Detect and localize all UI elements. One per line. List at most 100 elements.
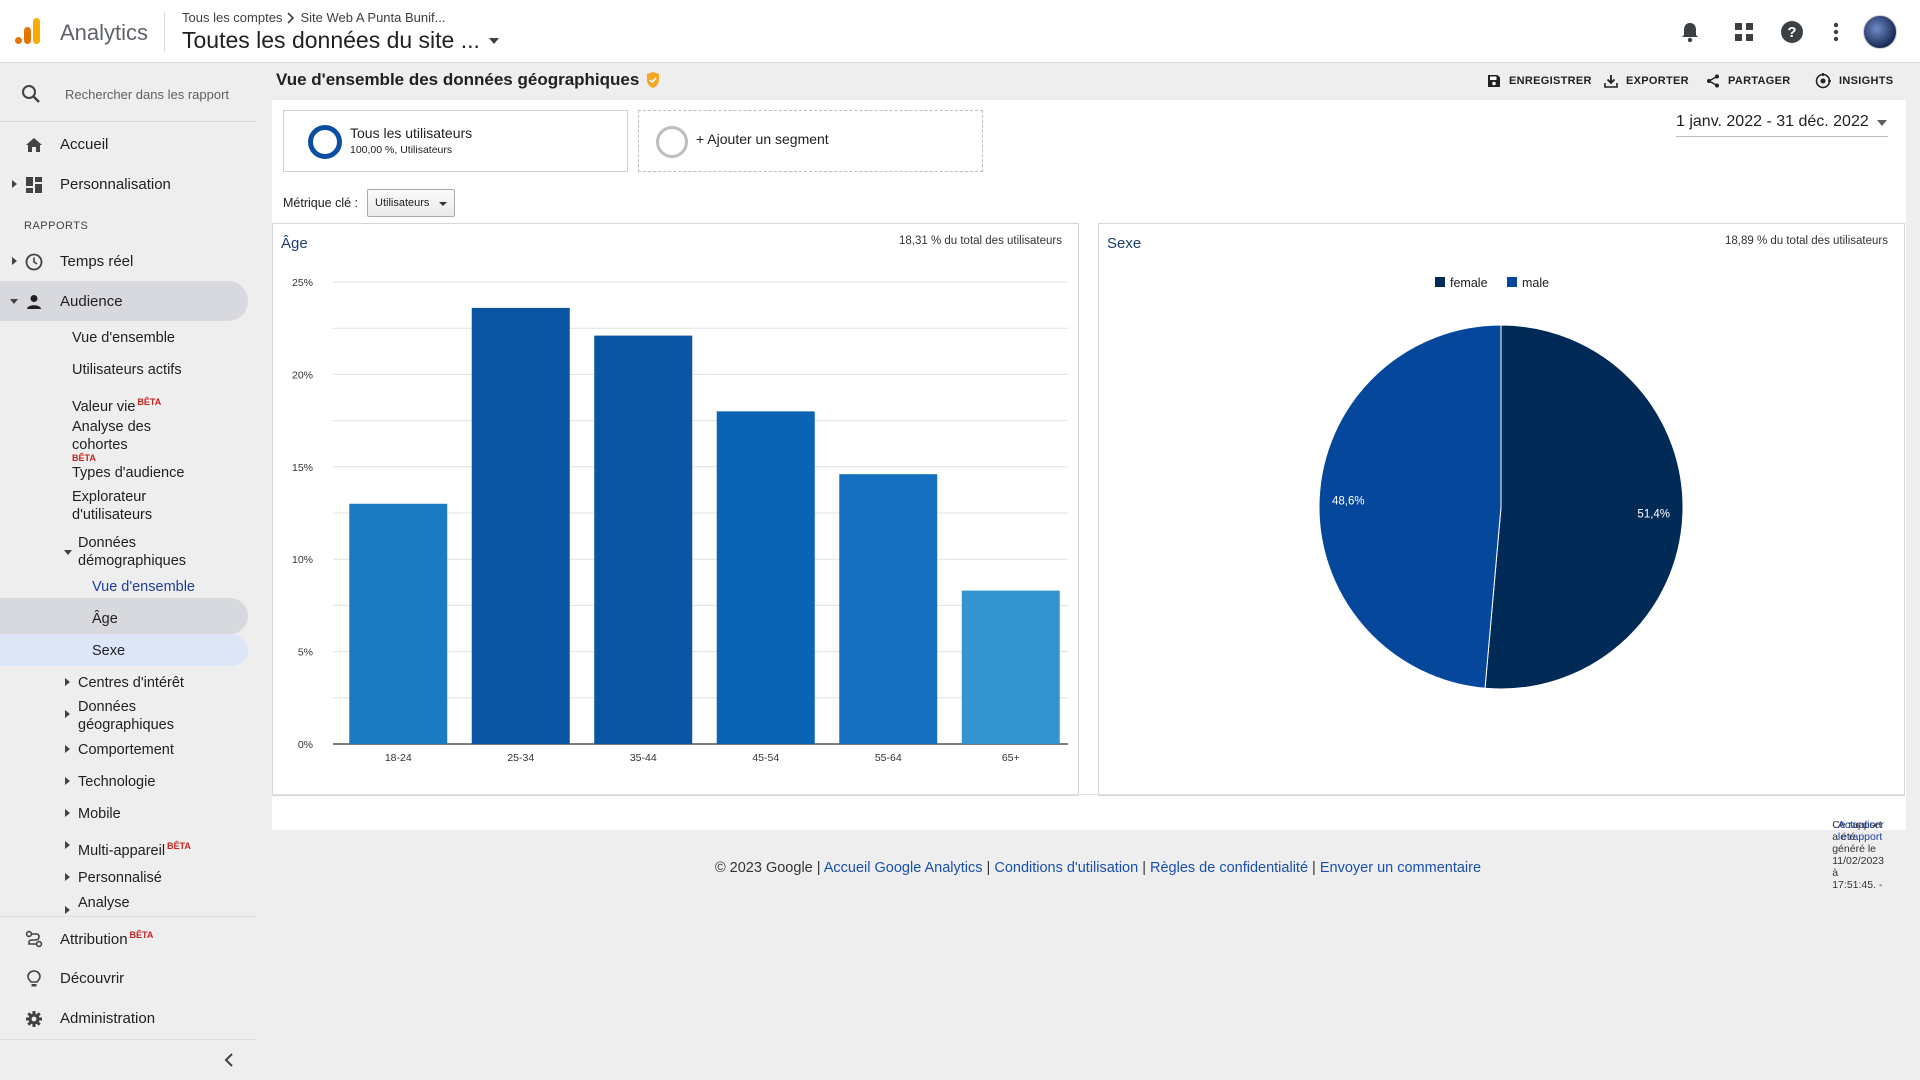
clock-icon	[24, 252, 44, 272]
view-selector[interactable]: Toutes les données du site ...	[182, 27, 480, 54]
more-vert-icon[interactable]	[1822, 18, 1850, 46]
age-chart-subtitle: 18,31 % du total des utilisateurs	[898, 235, 1062, 247]
help-icon[interactable]: ?	[1778, 18, 1806, 46]
age-chart-title: Âge	[281, 235, 308, 252]
pie-slice-female[interactable]	[1484, 324, 1684, 690]
breadcrumb[interactable]: Tous les comptes Site Web A Punta Bunif.…	[182, 10, 445, 25]
gender-chart-subtitle: 18,89 % du total des utilisateurs	[1724, 235, 1888, 247]
download-icon	[1604, 75, 1618, 88]
avatar[interactable]	[1863, 15, 1897, 49]
sidebar-item-attribution[interactable]: Attribution BÊTA	[0, 918, 256, 958]
metric-select[interactable]: Utilisateurs	[367, 189, 455, 217]
legend-label-male[interactable]: male	[1522, 276, 1549, 290]
bar-18-24[interactable]	[349, 503, 448, 744]
sidebar-item-audience-overview[interactable]: Vue d'ensemble	[72, 329, 175, 347]
search-icon	[22, 85, 40, 103]
sidebar-item-label: d'utilisateurs	[72, 507, 153, 523]
sidebar-item-cohort-analysis[interactable]: Analyse des cohortes BÊTA	[72, 418, 151, 463]
privacy-link[interactable]: Règles de confidentialité	[1150, 860, 1308, 876]
insights-button[interactable]: INSIGHTS	[1815, 71, 1893, 91]
sidebar-separator	[0, 916, 256, 917]
breadcrumb-property[interactable]: Site Web A Punta Bunif...	[300, 10, 445, 25]
segment-name: Tous les utilisateurs	[350, 125, 473, 141]
sidebar-item-discover[interactable]: Découvrir	[0, 958, 256, 998]
bar-35-44[interactable]	[594, 335, 693, 744]
sidebar-item-label: Administration	[60, 1010, 156, 1027]
beta-badge: BÊTA	[72, 453, 96, 463]
analytics-logo-icon[interactable]	[14, 16, 42, 46]
add-segment-button[interactable]: + Ajouter un segment	[638, 110, 983, 172]
sidebar-item-behavior[interactable]: Comportement	[78, 741, 174, 759]
refresh-report-link[interactable]: Actualiser le rapport	[1838, 819, 1884, 843]
share-button[interactable]: PARTAGER	[1706, 71, 1791, 91]
apps-grid-icon[interactable]	[1730, 18, 1758, 46]
feedback-link[interactable]: Envoyer un commentaire	[1320, 860, 1481, 876]
sidebar-item-label: Données	[78, 699, 137, 715]
sidebar-item-label: Accueil	[60, 136, 109, 153]
sidebar-item-demographics-overview[interactable]: Vue d'ensemble	[92, 578, 195, 596]
sidebar-item-analysis[interactable]: Analyse	[78, 894, 130, 910]
sidebar-item-geo[interactable]: Données géographiques	[78, 698, 174, 734]
caret-down-icon[interactable]	[484, 34, 504, 48]
date-range-picker[interactable]: 1 janv. 2022 - 31 déc. 2022	[1676, 113, 1888, 137]
sidebar: Rechercher dans les rapport Accueil Pers…	[0, 64, 256, 1080]
age-bar-chart: 0% 5% 10% 15% 20% 25% 18-24 25-34 35-44 45-54 55-6…	[292, 277, 1068, 764]
reports-section-label: RAPPORTS	[24, 220, 89, 232]
beta-badge: BÊTA	[137, 397, 162, 407]
sidebar-item-lifetime-value[interactable]: Valeur vie BÊTA	[72, 393, 161, 416]
share-icon	[1707, 74, 1719, 88]
segment-color-icon	[308, 125, 342, 159]
export-button[interactable]: EXPORTER	[1604, 71, 1689, 91]
sidebar-item-cross-device[interactable]: Multi-appareil BÊTA	[78, 837, 191, 860]
divider	[164, 12, 165, 52]
sidebar-item-active-users[interactable]: Utilisateurs actifs	[72, 361, 182, 379]
bar-45-54[interactable]	[716, 411, 815, 744]
sidebar-item-customization[interactable]: Personnalisation	[0, 164, 256, 204]
bell-icon[interactable]	[1676, 18, 1704, 46]
save-button[interactable]: ENREGISTRER	[1487, 71, 1592, 91]
footer-sep: |	[1138, 860, 1151, 876]
sidebar-item-label: cohortes	[72, 437, 128, 453]
sidebar-item-mobile[interactable]: Mobile	[78, 805, 121, 823]
ga-home-link[interactable]: Accueil Google Analytics	[824, 860, 983, 876]
sidebar-item-admin[interactable]: Administration	[0, 998, 256, 1038]
collapse-sidebar-icon[interactable]	[222, 1052, 236, 1068]
svg-text:?: ?	[1787, 24, 1796, 41]
attribution-icon	[24, 929, 44, 949]
footer-sep: |	[1308, 860, 1320, 876]
sidebar-item-audience[interactable]: Audience	[0, 281, 248, 321]
age-chart-card: Âge 18,31 % du total des utilisateurs 0%…	[272, 223, 1079, 796]
sidebar-item-demographics[interactable]: Données démographiques	[78, 534, 186, 570]
search-input[interactable]: Rechercher dans les rapport	[65, 87, 229, 102]
legend-label-female[interactable]: female	[1450, 276, 1488, 290]
app-name[interactable]: Analytics	[60, 20, 148, 46]
beta-badge: BÊTA	[129, 930, 154, 940]
sidebar-item-audience-types[interactable]: Types d'audience	[72, 464, 184, 482]
person-icon	[24, 292, 44, 312]
legend-swatch-female	[1435, 277, 1445, 287]
report-search[interactable]: Rechercher dans les rapport	[0, 64, 256, 122]
attribution-label: Attribution	[60, 931, 128, 948]
breadcrumb-account[interactable]: Tous les comptes	[182, 10, 282, 25]
sidebar-item-home[interactable]: Accueil	[0, 124, 256, 164]
terms-link[interactable]: Conditions d'utilisation	[994, 860, 1138, 876]
date-range-text: 1 janv. 2022 - 31 déc. 2022	[1676, 113, 1869, 130]
expand-arrow-icon	[12, 257, 17, 265]
page-footer: © 2023 Google | Accueil Google Analytics…	[0, 860, 1920, 876]
bar-65+[interactable]	[961, 590, 1060, 744]
bar-25-34[interactable]	[471, 307, 570, 744]
beta-badge: BÊTA	[167, 841, 191, 851]
sidebar-item-age[interactable]: Âge	[92, 610, 118, 628]
bar-55-64[interactable]	[839, 474, 938, 744]
sidebar-item-label: Attribution BÊTA	[60, 930, 153, 948]
segment-all-users[interactable]: Tous les utilisateurs 100,00 %, Utilisat…	[283, 110, 628, 172]
x-tick-label: 18-24	[385, 752, 412, 764]
pie-label-female: 51,4%	[1637, 509, 1670, 521]
sidebar-item-gender[interactable]: Sexe	[92, 642, 125, 660]
sidebar-item-interests[interactable]: Centres d'intérêt	[78, 674, 184, 692]
y-tick-label: 15%	[292, 462, 313, 474]
sidebar-item-user-explorer[interactable]: Explorateur d'utilisateurs	[72, 488, 152, 524]
gender-chart-title: Sexe	[1107, 235, 1142, 252]
sidebar-item-technology[interactable]: Technologie	[78, 773, 155, 791]
sidebar-item-realtime[interactable]: Temps réel	[0, 241, 256, 281]
